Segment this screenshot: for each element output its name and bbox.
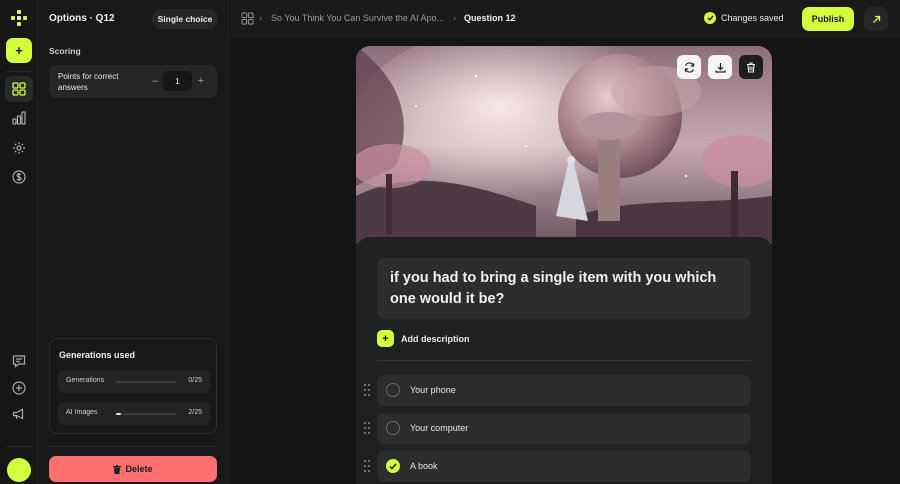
correct-answer-radio[interactable] [386, 383, 400, 397]
image-toolbar [677, 55, 763, 79]
check-icon [389, 463, 397, 470]
open-preview-button[interactable] [864, 7, 888, 31]
chat-icon [12, 354, 26, 368]
trash-icon [113, 465, 121, 474]
delete-button[interactable]: Delete [49, 456, 217, 482]
download-image-button[interactable] [708, 55, 732, 79]
points-value-input[interactable]: 1 [163, 71, 192, 91]
breadcrumb-quiz[interactable]: So You Think You Can Survive the AI Apo.… [271, 13, 449, 23]
feedback-nav-button[interactable] [5, 348, 33, 374]
usage-bar-fill [116, 413, 121, 415]
add-description-label: Add description [401, 334, 470, 344]
avatar[interactable] [7, 458, 31, 482]
icon-rail: + [0, 0, 38, 484]
drag-handle-icon[interactable] [363, 459, 371, 473]
usage-bar [116, 381, 176, 383]
question-body: if you had to bring a single item with y… [356, 237, 772, 484]
answer-row: Your computer [356, 413, 772, 444]
publish-button[interactable]: Publish [802, 7, 854, 31]
top-bar: › So You Think You Can Survive the AI Ap… [230, 0, 900, 38]
panel-divider [49, 446, 217, 447]
rail-divider [6, 71, 32, 72]
plus-circle-icon [12, 381, 26, 395]
delete-label: Delete [125, 464, 152, 474]
logo-icon[interactable] [10, 9, 28, 27]
drag-handle-icon[interactable] [363, 421, 371, 435]
scoring-heading: Scoring [49, 46, 81, 56]
regenerate-image-button[interactable] [677, 55, 701, 79]
usage-label: AI Images [66, 409, 98, 416]
grid-icon[interactable] [241, 12, 254, 25]
increment-button[interactable]: + [194, 72, 208, 90]
answer-text[interactable]: A book [410, 461, 438, 471]
question-type-chip[interactable]: Single choice [152, 9, 218, 29]
megaphone-icon [12, 407, 26, 421]
decrement-button[interactable]: – [148, 72, 162, 90]
correct-answer-radio[interactable] [386, 421, 400, 435]
breadcrumb-current: Question 12 [464, 13, 516, 23]
trash-icon [746, 62, 756, 73]
arrow-up-right-icon [872, 15, 881, 24]
answer-row: Your phone [356, 375, 772, 406]
announcements-nav-button[interactable] [5, 401, 33, 427]
chevron-right-icon: › [259, 13, 262, 23]
question-text-input[interactable]: if you had to bring a single item with y… [377, 258, 751, 319]
ai-images-usage-row: AI Images 2/25 [58, 402, 210, 425]
grid-icon [12, 82, 26, 96]
usage-bar [116, 413, 176, 415]
generations-card: Generations used Generations 0/25 AI Ima… [49, 338, 217, 434]
chevron-right-icon: › [453, 13, 456, 23]
drag-handle-icon[interactable] [363, 383, 371, 397]
plus-icon: + [377, 330, 394, 347]
save-status-text: Changes saved [721, 13, 784, 23]
generations-usage-row: Generations 0/25 [58, 370, 210, 393]
options-panel: Options · Q12 Single choice Scoring Poin… [39, 0, 229, 484]
question-image[interactable] [356, 46, 772, 244]
save-status: Changes saved [704, 12, 784, 24]
question-divider [377, 360, 751, 361]
refresh-icon [684, 62, 695, 73]
answer-row: A book [356, 451, 772, 482]
answer-text[interactable]: Your phone [410, 385, 456, 395]
answer-text[interactable]: Your computer [410, 423, 468, 433]
points-setting: Points for correct answers – 1 + [49, 65, 217, 98]
usage-count: 0/25 [188, 377, 202, 384]
download-icon [715, 62, 726, 73]
create-button[interactable]: + [6, 38, 32, 63]
usage-count: 2/25 [188, 409, 202, 416]
chart-icon [12, 111, 26, 125]
gear-icon [12, 141, 26, 155]
billing-nav-button[interactable] [5, 164, 33, 190]
panel-title: Options · Q12 [49, 13, 115, 24]
points-stepper: – 1 + [148, 70, 214, 92]
questions-nav-button[interactable] [5, 76, 33, 102]
generations-title: Generations used [59, 350, 135, 360]
analytics-nav-button[interactable] [5, 105, 33, 131]
usage-label: Generations [66, 377, 104, 384]
answer-option[interactable]: Your computer [377, 413, 751, 444]
delete-image-button[interactable] [739, 55, 763, 79]
plus-icon: + [15, 43, 23, 58]
answer-option[interactable]: Your phone [377, 375, 751, 406]
check-circle-icon [704, 12, 716, 24]
rail-divider [6, 446, 32, 447]
answer-option[interactable]: A book [377, 451, 751, 482]
correct-answer-radio[interactable] [386, 459, 400, 473]
new-item-nav-button[interactable] [5, 375, 33, 401]
settings-nav-button[interactable] [5, 135, 33, 161]
add-description-button[interactable]: + Add description [377, 330, 470, 347]
dollar-icon [12, 170, 26, 184]
points-label: Points for correct answers [58, 71, 138, 93]
question-card: if you had to bring a single item with y… [356, 46, 772, 484]
